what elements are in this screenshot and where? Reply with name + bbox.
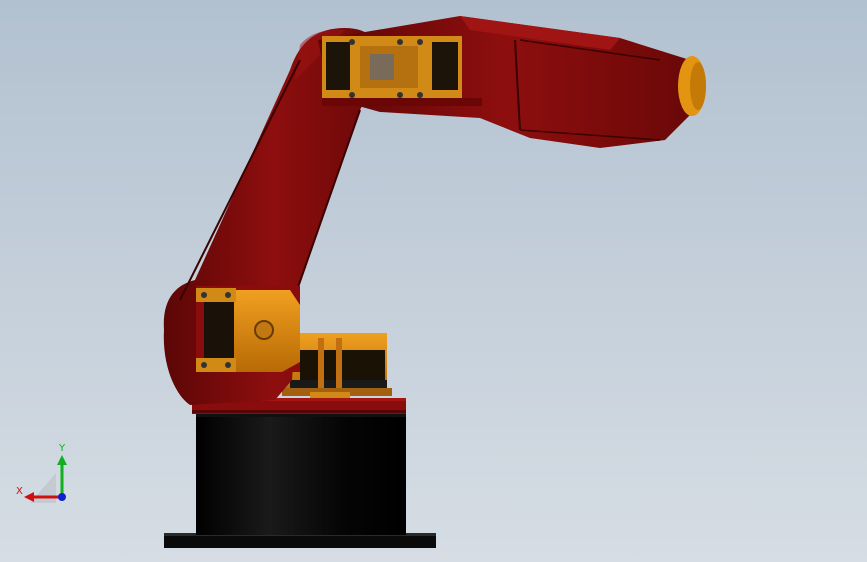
elbow-joint-motors [322, 36, 482, 106]
robot-arm-model[interactable] [0, 0, 867, 562]
graphics-viewport[interactable]: X Y [0, 0, 867, 562]
y-axis-label: Y [59, 443, 66, 454]
base-cylinder [196, 412, 406, 535]
x-axis-label: X [16, 486, 23, 497]
shoulder-joint-motor [196, 286, 300, 372]
axis-triad [24, 455, 67, 503]
y-axis-arrow [57, 455, 67, 465]
base-foot-plate [164, 533, 436, 548]
end-effector-flange [678, 56, 706, 116]
x-axis-arrow [24, 492, 34, 502]
z-axis-dot [58, 493, 66, 501]
